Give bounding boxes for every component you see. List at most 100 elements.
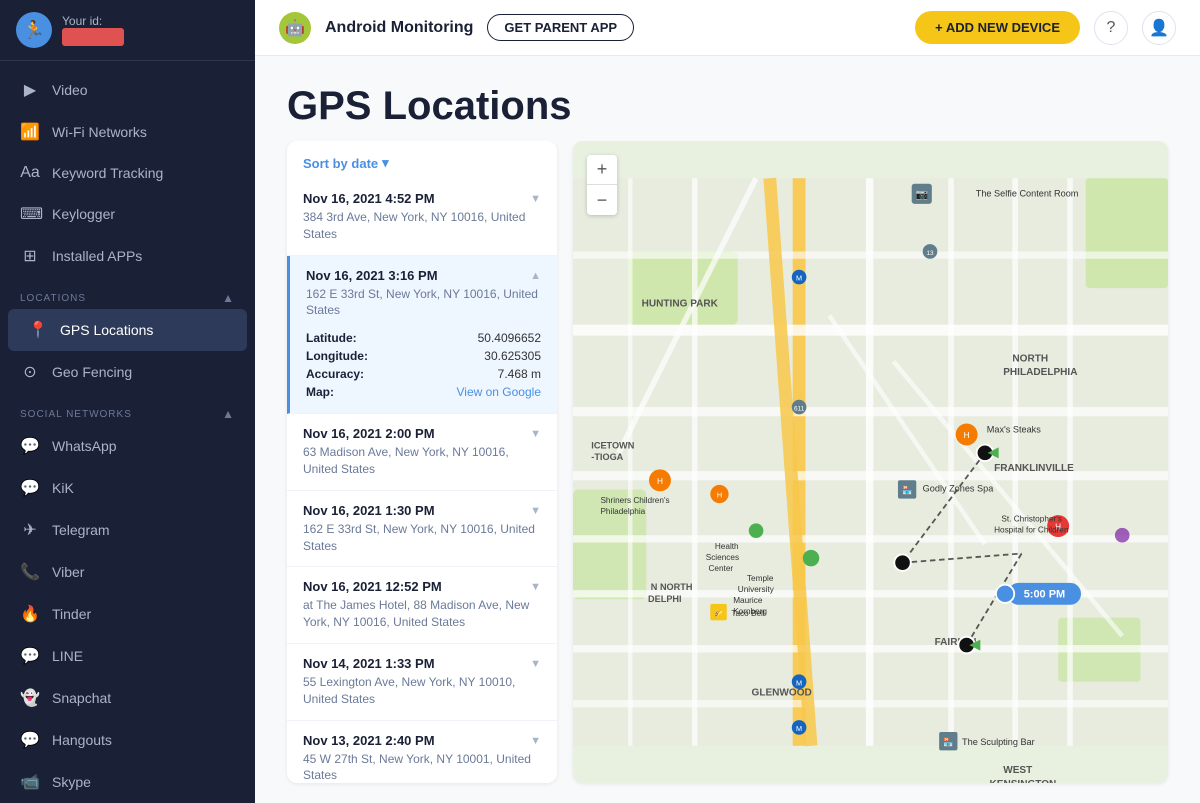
page-content: GPS Locations Sort by date ▾ Nov 16, 202… — [255, 56, 1200, 803]
svg-text:🏪: 🏪 — [943, 737, 953, 747]
user-label: Your id: — [62, 14, 124, 28]
zoom-out-button[interactable]: − — [587, 185, 617, 215]
map-svg: HUNTING PARK NORTH PHILADELPHIA FRANKLIN… — [573, 141, 1168, 783]
svg-text:University: University — [738, 585, 775, 594]
sort-chevron-icon: ▾ — [382, 155, 389, 171]
sidebar-item-telegram[interactable]: ✈ Telegram — [0, 509, 255, 551]
sidebar-item-tinder[interactable]: 🔥 Tinder — [0, 593, 255, 635]
svg-text:NORTH: NORTH — [1012, 353, 1048, 364]
svg-text:Max's Steaks: Max's Steaks — [987, 425, 1041, 435]
sidebar-item-wifi[interactable]: 📶 Wi-Fi Networks — [0, 111, 255, 153]
sidebar-item-label: Keylogger — [52, 206, 115, 222]
svg-text:5:00 PM: 5:00 PM — [1024, 588, 1065, 600]
gps-list-item[interactable]: Nov 16, 2021 12:52 PM ▼ at The James Hot… — [287, 567, 557, 644]
gps-list-item[interactable]: Nov 14, 2021 1:33 PM ▼ 55 Lexington Ave,… — [287, 644, 557, 721]
gps-item-address: 55 Lexington Ave, New York, NY 10010, Un… — [303, 674, 541, 708]
gps-item-time: Nov 16, 2021 4:52 PM — [303, 191, 435, 206]
viber-icon: 📞 — [20, 562, 40, 582]
gps-list-item[interactable]: Nov 16, 2021 2:00 PM ▼ 63 Madison Ave, N… — [287, 414, 557, 491]
svg-text:St. Christopher's: St. Christopher's — [1001, 515, 1062, 524]
page-title: GPS Locations — [287, 84, 1168, 129]
gps-detail-row: Longitude: 30.625305 — [306, 347, 541, 365]
kik-icon: 💬 — [20, 478, 40, 498]
gps-item-address: 162 E 33rd St, New York, NY 10016, Unite… — [303, 521, 541, 555]
locations-chevron-icon: ▲ — [222, 291, 235, 305]
gps-item-header: Nov 16, 2021 1:30 PM ▼ — [303, 503, 541, 518]
view-on-google-link[interactable]: View on Google — [456, 385, 541, 399]
topbar-title: Android Monitoring — [325, 19, 473, 37]
sidebar-item-skype[interactable]: 📹 Skype — [0, 761, 255, 803]
telegram-icon: ✈ — [20, 520, 40, 540]
gps-item-header: Nov 16, 2021 12:52 PM ▼ — [303, 579, 541, 594]
svg-text:GLENWOOD: GLENWOOD — [752, 687, 812, 698]
sidebar-item-line[interactable]: 💬 LINE — [0, 635, 255, 677]
sort-label: Sort by date — [303, 156, 378, 171]
sidebar-item-keyword[interactable]: Aa Keyword Tracking — [0, 153, 255, 193]
gps-item-address: 63 Madison Ave, New York, NY 10016, Unit… — [303, 444, 541, 478]
gps-list-item[interactable]: Nov 16, 2021 4:52 PM ▼ 384 3rd Ave, New … — [287, 179, 557, 256]
geofencing-icon: ⊙ — [20, 362, 40, 382]
get-parent-app-button[interactable]: GET PARENT APP — [487, 14, 634, 41]
main-area: 🤖 Android Monitoring GET PARENT APP + AD… — [255, 0, 1200, 803]
svg-text:The Sculpting Bar: The Sculpting Bar — [962, 737, 1035, 747]
svg-text:N NORTH: N NORTH — [651, 582, 693, 592]
sidebar-item-label: Snapchat — [52, 690, 111, 706]
gps-item-time: Nov 16, 2021 3:16 PM — [306, 268, 438, 283]
user-icon: 👤 — [1149, 18, 1169, 38]
svg-text:M: M — [796, 678, 802, 687]
map-label: Map: — [306, 385, 334, 399]
svg-text:Hospital for Children: Hospital for Children — [994, 525, 1069, 534]
sidebar-item-viber[interactable]: 📞 Viber — [0, 551, 255, 593]
svg-text:📷: 📷 — [916, 189, 929, 200]
sidebar-item-label: Telegram — [52, 522, 110, 538]
content-area: Sort by date ▾ Nov 16, 2021 4:52 PM ▼ 38… — [255, 141, 1200, 803]
keyword-icon: Aa — [20, 164, 40, 182]
gps-detail: Latitude: 50.4096652 Longitude: 30.62530… — [306, 329, 541, 401]
svg-text:Godly Zones Spa: Godly Zones Spa — [923, 483, 995, 493]
sidebar-nav: ▶ Video 📶 Wi-Fi Networks Aa Keyword Trac… — [0, 61, 255, 803]
add-new-device-button[interactable]: + ADD NEW DEVICE — [915, 11, 1080, 44]
sidebar-item-kik[interactable]: 💬 KiK — [0, 467, 255, 509]
sidebar-item-snapchat[interactable]: 👻 Snapchat — [0, 677, 255, 719]
accuracy-value: 7.468 m — [498, 367, 541, 381]
svg-text:Philadelphia: Philadelphia — [600, 507, 645, 516]
svg-text:Center: Center — [708, 564, 733, 573]
gps-item-header: Nov 16, 2021 4:52 PM ▼ — [303, 191, 541, 206]
user-account-button[interactable]: 👤 — [1142, 11, 1176, 45]
svg-text:DELPHI: DELPHI — [648, 594, 682, 604]
svg-text:13: 13 — [926, 250, 934, 257]
wifi-icon: 📶 — [20, 122, 40, 142]
zoom-in-button[interactable]: + — [587, 155, 617, 185]
svg-text:Sciences: Sciences — [706, 553, 739, 562]
gps-list-item[interactable]: Nov 16, 2021 3:16 PM ▲ 162 E 33rd St, Ne… — [287, 256, 557, 415]
skype-icon: 📹 — [20, 772, 40, 792]
gps-list-item[interactable]: Nov 13, 2021 2:40 PM ▼ 45 W 27th St, New… — [287, 721, 557, 783]
sidebar-item-label: LINE — [52, 648, 83, 664]
sort-bar[interactable]: Sort by date ▾ — [287, 141, 557, 179]
gps-item-header: Nov 16, 2021 2:00 PM ▼ — [303, 426, 541, 441]
gps-chevron-icon: ▲ — [530, 270, 541, 282]
gps-item-time: Nov 14, 2021 1:33 PM — [303, 656, 435, 671]
sidebar-item-keylogger[interactable]: ⌨ Keylogger — [0, 193, 255, 235]
gps-detail-row: Map: View on Google — [306, 383, 541, 401]
help-button[interactable]: ? — [1094, 11, 1128, 45]
social-chevron-icon: ▲ — [222, 407, 235, 421]
gps-chevron-icon: ▼ — [530, 735, 541, 747]
sidebar-item-label: Installed APPs — [52, 248, 142, 264]
longitude-label: Longitude: — [306, 349, 368, 363]
svg-text:ICETOWN: ICETOWN — [591, 440, 634, 450]
video-icon: ▶ — [20, 80, 40, 100]
sidebar-item-gps[interactable]: 📍 GPS Locations — [8, 309, 247, 351]
sidebar-item-installed-apps[interactable]: ⊞ Installed APPs — [0, 235, 255, 277]
social-section: SOCIAL NETWORKS ▲ — [0, 393, 255, 425]
sidebar-item-geofencing[interactable]: ⊙ Geo Fencing — [0, 351, 255, 393]
svg-text:🌮: 🌮 — [714, 609, 723, 618]
tinder-icon: 🔥 — [20, 604, 40, 624]
sidebar-item-video[interactable]: ▶ Video — [0, 69, 255, 111]
gps-item-header: Nov 14, 2021 1:33 PM ▼ — [303, 656, 541, 671]
svg-text:611: 611 — [794, 406, 805, 413]
sidebar-item-whatsapp[interactable]: 💬 WhatsApp — [0, 425, 255, 467]
sidebar-item-hangouts[interactable]: 💬 Hangouts — [0, 719, 255, 761]
gps-list-item[interactable]: Nov 16, 2021 1:30 PM ▼ 162 E 33rd St, Ne… — [287, 491, 557, 568]
map-container[interactable]: HUNTING PARK NORTH PHILADELPHIA FRANKLIN… — [573, 141, 1168, 783]
